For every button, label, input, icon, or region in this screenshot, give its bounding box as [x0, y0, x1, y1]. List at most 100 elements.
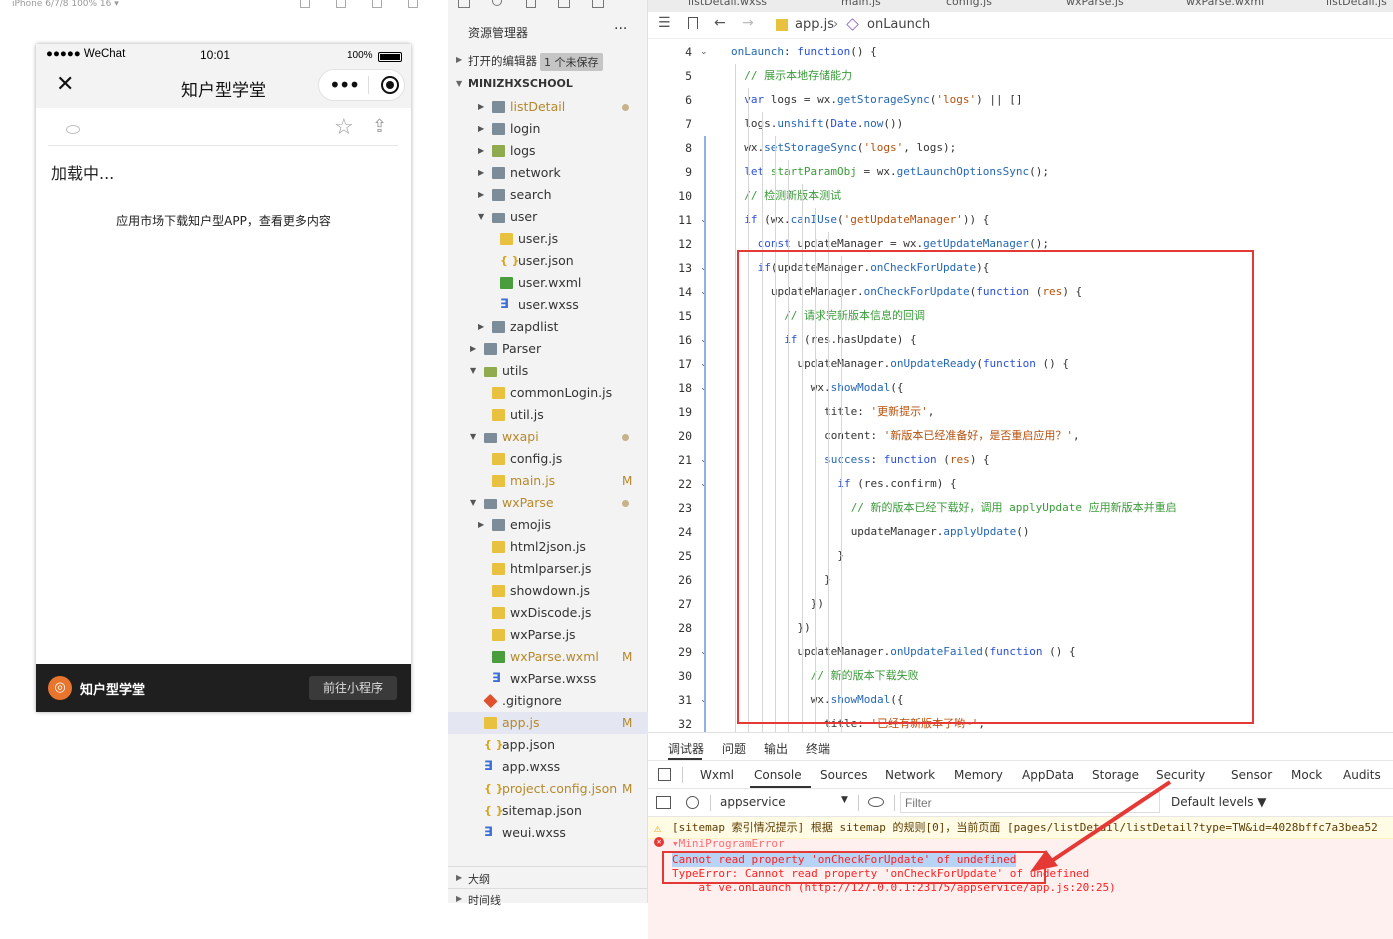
tree-item[interactable]: showdown.js	[448, 580, 648, 602]
chevron-right-icon[interactable]: ▶	[478, 184, 484, 206]
toolbar-icon[interactable]	[336, 0, 346, 8]
tree-item[interactable]: { } app.json	[448, 734, 648, 756]
devtools-tab-network[interactable]: Network	[885, 768, 935, 782]
devtools-tab-audits[interactable]: Audits	[1343, 768, 1381, 782]
extensions-icon[interactable]	[592, 0, 604, 8]
open-mini-program-button[interactable]: 前往小程序	[309, 676, 397, 700]
editor-tab[interactable]: main.js	[841, 0, 881, 8]
caret-down-icon[interactable]: ▼	[841, 795, 848, 805]
tree-item[interactable]: ▼ wxParse	[448, 492, 648, 514]
tree-item[interactable]: ∃ weui.wxss	[448, 822, 648, 844]
tree-item[interactable]: ∃ app.wxss	[448, 756, 648, 778]
chevron-down-icon[interactable]: ▼	[470, 492, 476, 514]
chevron-right-icon[interactable]: ▶	[478, 162, 484, 184]
tab-terminal[interactable]: 终端	[806, 740, 830, 757]
forward-arrow-icon[interactable]: →	[742, 15, 754, 31]
chevron-right-icon[interactable]: ▶	[470, 338, 476, 360]
outline-section[interactable]: 大纲	[468, 871, 490, 887]
tree-item[interactable]: ▶ listDetail	[448, 96, 648, 118]
toolbar-icon[interactable]	[300, 0, 310, 8]
explorer-more-button[interactable]: ···	[614, 21, 627, 37]
share-icon[interactable]: ⇪	[372, 116, 387, 137]
log-levels-select[interactable]: Default levels ▼	[1171, 795, 1267, 809]
toolbar-icon[interactable]	[372, 0, 382, 8]
chevron-right-icon[interactable]: ▶	[478, 514, 484, 536]
tree-item[interactable]: htmlparser.js	[448, 558, 648, 580]
chevron-right-icon[interactable]: ▶	[456, 894, 462, 903]
chevron-right-icon[interactable]: ▶	[456, 55, 462, 64]
tree-item[interactable]: user.wxml	[448, 272, 648, 294]
filter-input[interactable]	[900, 792, 1160, 813]
tree-item[interactable]: config.js	[448, 448, 648, 470]
editor-tab[interactable]: config.js	[946, 0, 992, 8]
debug-icon[interactable]	[558, 0, 570, 8]
tree-item[interactable]: user.js	[448, 228, 648, 250]
tree-item[interactable]: main.js M	[448, 470, 648, 492]
chevron-right-icon[interactable]: ▶	[456, 873, 462, 882]
chevron-down-icon[interactable]: ▼	[470, 360, 476, 382]
clear-console-icon[interactable]	[686, 796, 699, 809]
devtools-tab-security[interactable]: Security	[1156, 768, 1205, 782]
devtools-tab-storage[interactable]: Storage	[1092, 768, 1139, 782]
devtools-tab-sensor[interactable]: Sensor	[1231, 768, 1272, 782]
tab-debugger[interactable]: 调试器	[668, 740, 704, 757]
devtools-tab-memory[interactable]: Memory	[954, 768, 1003, 782]
tree-item[interactable]: wxParse.wxml M	[448, 646, 648, 668]
chevron-right-icon[interactable]: ▶	[478, 316, 484, 338]
editor-tab[interactable]: wxParse.js	[1066, 0, 1124, 8]
devtools-tab-wxml[interactable]: Wxml	[700, 768, 734, 782]
tree-item[interactable]: app.js M	[448, 712, 648, 734]
fold-chevron-icon[interactable]: ⌄	[700, 40, 708, 64]
breadcrumb-file[interactable]: app.js	[795, 17, 834, 32]
chevron-down-icon[interactable]: ▼	[478, 206, 484, 228]
sidebar-toggle-icon[interactable]	[656, 796, 671, 809]
breadcrumb-symbol[interactable]: onLaunch	[867, 17, 930, 32]
tree-item[interactable]: commonLogin.js	[448, 382, 648, 404]
source-control-icon[interactable]	[526, 0, 536, 8]
editor-tab[interactable]: listDetail.wxss	[688, 0, 767, 8]
star-icon[interactable]: ☆	[334, 115, 354, 140]
tree-item[interactable]: .gitignore	[448, 690, 648, 712]
context-select[interactable]: appservice	[720, 795, 786, 809]
tree-item[interactable]: html2json.js	[448, 536, 648, 558]
tree-item[interactable]: ∃ user.wxss	[448, 294, 648, 316]
toolbar-icon[interactable]	[408, 0, 418, 8]
tree-item[interactable]: ▶ emojis	[448, 514, 648, 536]
more-icon[interactable]: •••	[329, 75, 360, 95]
timeline-section[interactable]: 时间线	[468, 892, 501, 908]
eye-icon[interactable]	[66, 125, 80, 134]
inspect-icon[interactable]	[658, 768, 671, 781]
tree-item[interactable]: ▶ Parser	[448, 338, 648, 360]
tree-item[interactable]: { } project.config.json M	[448, 778, 648, 800]
tree-item[interactable]: { } user.json	[448, 250, 648, 272]
files-icon[interactable]	[458, 0, 470, 8]
tree-item[interactable]: util.js	[448, 404, 648, 426]
back-arrow-icon[interactable]: ←	[714, 15, 726, 31]
tree-item[interactable]: ▶ logs	[448, 140, 648, 162]
tree-item[interactable]: ▼ user	[448, 206, 648, 228]
editor-tab[interactable]: wxParse.wxml	[1186, 0, 1264, 8]
chevron-right-icon[interactable]: ▶	[478, 140, 484, 162]
tree-item[interactable]: ▶ search	[448, 184, 648, 206]
devtools-tab-sources[interactable]: Sources	[820, 768, 867, 782]
open-editors-section[interactable]: 打开的编辑器	[468, 53, 537, 69]
eye-icon[interactable]	[868, 797, 884, 807]
tree-item[interactable]: ∃ wxParse.wxss	[448, 668, 648, 690]
devtools-tab-mock[interactable]: Mock	[1291, 768, 1322, 782]
devtools-tab-console[interactable]: Console	[754, 768, 802, 782]
tree-item[interactable]: ▶ zapdlist	[448, 316, 648, 338]
chevron-right-icon[interactable]: ▶	[478, 96, 484, 118]
tree-item[interactable]: ▶ network	[448, 162, 648, 184]
bookmark-icon[interactable]	[688, 17, 698, 29]
chevron-right-icon[interactable]: ▶	[478, 118, 484, 140]
exit-icon[interactable]	[381, 76, 400, 94]
tree-item[interactable]: wxDiscode.js	[448, 602, 648, 624]
tree-item[interactable]: ▼ utils	[448, 360, 648, 382]
project-root[interactable]: MINIZHXSCHOOL	[468, 77, 573, 90]
chevron-down-icon[interactable]: ▼	[456, 79, 462, 88]
list-icon[interactable]: ☰	[658, 15, 671, 31]
devtools-tab-appdata[interactable]: AppData	[1022, 768, 1074, 782]
search-icon[interactable]	[492, 0, 502, 6]
tree-item[interactable]: { } sitemap.json	[448, 800, 648, 822]
tree-item[interactable]: wxParse.js	[448, 624, 648, 646]
